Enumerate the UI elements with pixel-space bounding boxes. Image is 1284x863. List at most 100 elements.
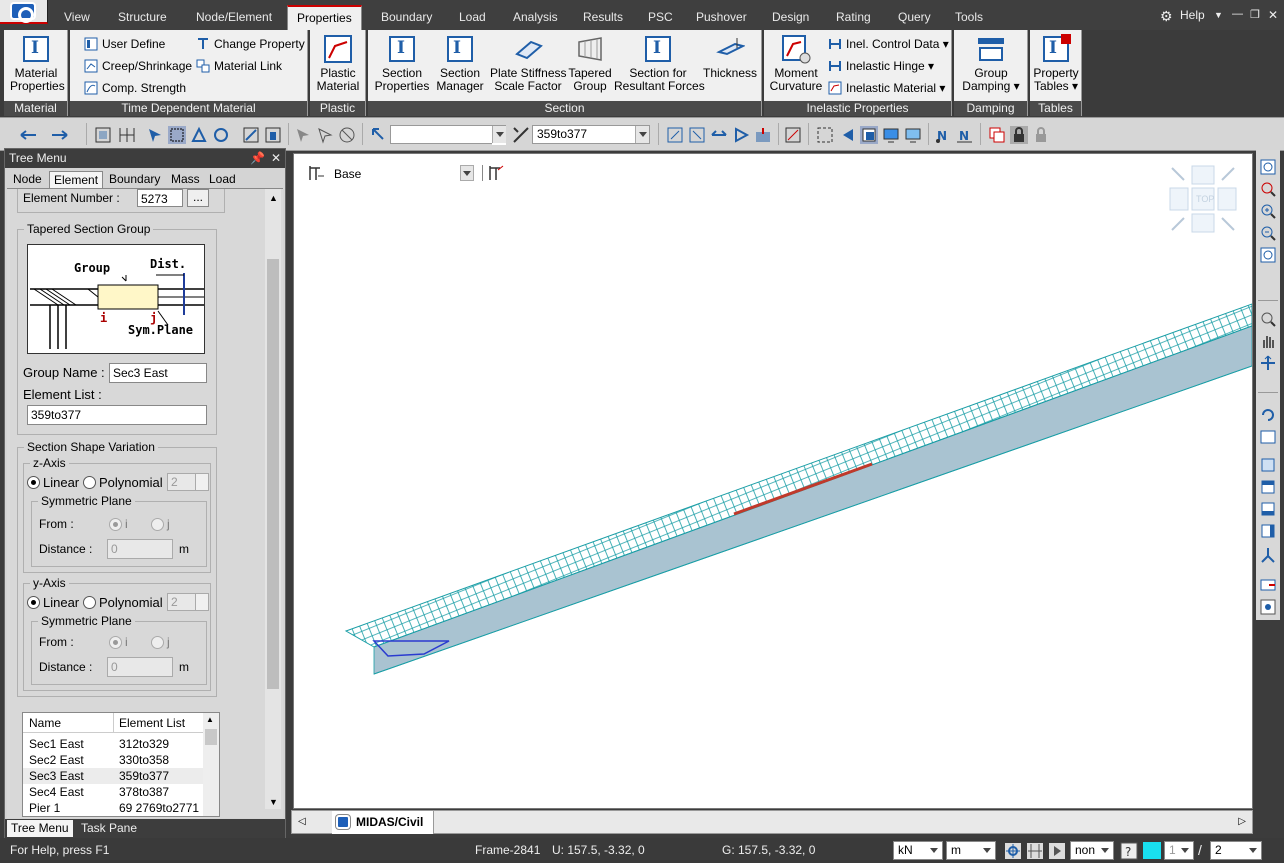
list-item[interactable]: Sec4 East 378to387	[23, 784, 203, 800]
top-view-icon[interactable]	[1259, 478, 1277, 496]
side-view-icon[interactable]	[1259, 522, 1277, 540]
length-unit-select[interactable]: m	[946, 841, 996, 860]
tab-node[interactable]: Node	[9, 171, 46, 188]
pin-icon[interactable]: 📌	[250, 149, 265, 168]
tab-design[interactable]: Design	[768, 7, 813, 29]
panel-scroll-thumb[interactable]	[267, 259, 279, 689]
lock-icon[interactable]	[1010, 126, 1028, 144]
material-properties-button[interactable]: I Material Properties	[10, 34, 65, 93]
inverse-icon[interactable]	[754, 126, 772, 144]
tab-node-element[interactable]: Node/Element	[192, 7, 276, 29]
tab-task-pane[interactable]: Task Pane	[77, 820, 141, 837]
unselect-window-icon[interactable]	[316, 126, 334, 144]
tab-element[interactable]: Element	[49, 171, 104, 188]
node-number-icon[interactable]: N	[934, 126, 952, 144]
tab-analysis[interactable]: Analysis	[509, 7, 562, 29]
section-manager-button[interactable]: I Section Manager	[432, 34, 488, 93]
shrink-icon[interactable]	[838, 126, 856, 144]
element-browse-button[interactable]: ...	[187, 189, 209, 207]
select-polygon-icon[interactable]	[190, 126, 208, 144]
chevron-up-icon[interactable]: ▲	[206, 715, 214, 724]
named-view-icon[interactable]	[1259, 576, 1277, 594]
tab-pushover[interactable]: Pushover	[692, 7, 751, 29]
y-linear-radio[interactable]	[27, 596, 40, 609]
y-from-j-radio[interactable]	[151, 636, 164, 649]
inactivate-icon[interactable]	[688, 126, 706, 144]
doc-tab-midas-civil[interactable]: MIDAS/Civil	[332, 811, 435, 834]
refresh-icon[interactable]	[1259, 406, 1277, 424]
property-tables-button[interactable]: I Property Tables ▾	[1032, 34, 1080, 93]
tab-psc[interactable]: PSC	[644, 7, 677, 29]
z-from-j-radio[interactable]	[151, 518, 164, 531]
y-polynomial-stepper[interactable]: 2	[167, 593, 209, 611]
list-item[interactable]: Sec1 East 312to329	[23, 736, 203, 752]
list-item[interactable]: Sec2 East 330to358	[23, 752, 203, 768]
section-resultant-forces-button[interactable]: I Section for Resultant Forces	[614, 34, 705, 93]
select-intersect-icon[interactable]	[242, 126, 260, 144]
iso-view-icon[interactable]	[1259, 456, 1277, 474]
front-view-icon[interactable]	[1259, 500, 1277, 518]
z-polynomial-stepper[interactable]: 2	[167, 473, 209, 491]
list-scroll-thumb[interactable]	[205, 729, 217, 745]
element-select-icon[interactable]	[512, 126, 530, 144]
plastic-material-button[interactable]: Plastic Material	[314, 34, 362, 93]
restore-icon[interactable]: ❐	[1250, 8, 1260, 21]
selection-combo-arrow[interactable]	[492, 126, 506, 145]
undo-icon[interactable]	[18, 126, 46, 144]
plate-stiffness-scale-factor-button[interactable]: Plate Stiffness Scale Factor	[490, 34, 567, 93]
page-current-stepper[interactable]: 1	[1164, 841, 1194, 860]
play-icon[interactable]	[1048, 842, 1066, 860]
material-link-button[interactable]: Material Link	[194, 57, 282, 75]
frame-view-icon[interactable]	[1259, 428, 1277, 446]
z-from-i-radio[interactable]	[109, 518, 122, 531]
app-logo[interactable]	[0, 0, 48, 24]
inelastic-material-button[interactable]: Inelastic Material ▾	[826, 79, 945, 97]
zoom-fit-icon[interactable]	[1259, 158, 1277, 176]
snap-grid-icon[interactable]	[1026, 842, 1044, 860]
redo-icon[interactable]	[50, 126, 78, 144]
zoom-fit-icon[interactable]	[816, 126, 834, 144]
inel-control-data-button[interactable]: Inel. Control Data ▾	[826, 35, 949, 53]
tab-mass[interactable]: Mass	[167, 171, 204, 188]
color-swatch[interactable]	[1143, 842, 1161, 859]
pan-hand-icon[interactable]	[1259, 332, 1277, 350]
hidden-view-icon[interactable]	[860, 126, 878, 144]
user-define-button[interactable]: User Define	[82, 35, 165, 53]
group-name-input[interactable]: Sec3 East	[109, 363, 207, 383]
select-plane-icon[interactable]	[264, 126, 282, 144]
chevron-right-icon[interactable]: ▷	[1238, 816, 1246, 827]
element-list-input[interactable]: 359to377	[27, 405, 207, 425]
zoom-window-icon[interactable]	[1259, 180, 1277, 198]
tab-query[interactable]: Query	[894, 7, 935, 29]
zoom-all-icon[interactable]	[1259, 246, 1277, 264]
rotate-icon[interactable]	[1259, 354, 1277, 372]
y-polynomial-radio[interactable]	[83, 596, 96, 609]
tab-rating[interactable]: Rating	[832, 7, 875, 29]
grid-icon[interactable]	[118, 126, 136, 144]
tab-tree-menu[interactable]: Tree Menu	[7, 820, 73, 837]
view-point-icon[interactable]	[1259, 598, 1277, 616]
pick-icon[interactable]	[370, 126, 388, 144]
activate-icon[interactable]	[666, 126, 684, 144]
activate-all-icon[interactable]	[710, 126, 728, 144]
tab-structure[interactable]: Structure	[114, 7, 171, 29]
play-view-icon[interactable]	[732, 126, 750, 144]
y-distance-input[interactable]: 0	[107, 657, 173, 677]
model-viewport[interactable]: Base TOP	[293, 153, 1253, 809]
z-polynomial-radio[interactable]	[83, 476, 96, 489]
select-window-icon[interactable]	[168, 126, 186, 144]
list-item-selected[interactable]: Sec3 East 359to377	[23, 768, 203, 784]
zoom-out-icon[interactable]	[1259, 224, 1277, 242]
list-scrollbar[interactable]: ▲	[203, 713, 219, 816]
change-property-button[interactable]: Change Property	[194, 35, 305, 53]
close-icon[interactable]: ✕	[1268, 8, 1278, 22]
col-header-name[interactable]: Name	[29, 716, 61, 730]
zoom-dynamic-icon[interactable]	[1259, 310, 1277, 328]
help-menu[interactable]: Help	[1180, 8, 1205, 22]
z-distance-input[interactable]: 0	[107, 539, 173, 559]
axis-icon[interactable]	[1259, 546, 1277, 564]
y-from-i-radio[interactable]	[109, 636, 122, 649]
creep-shrinkage-button[interactable]: Creep/Shrinkage	[82, 57, 192, 75]
tab-boundary[interactable]: Boundary	[377, 7, 436, 29]
select-circle-icon[interactable]	[212, 126, 230, 144]
